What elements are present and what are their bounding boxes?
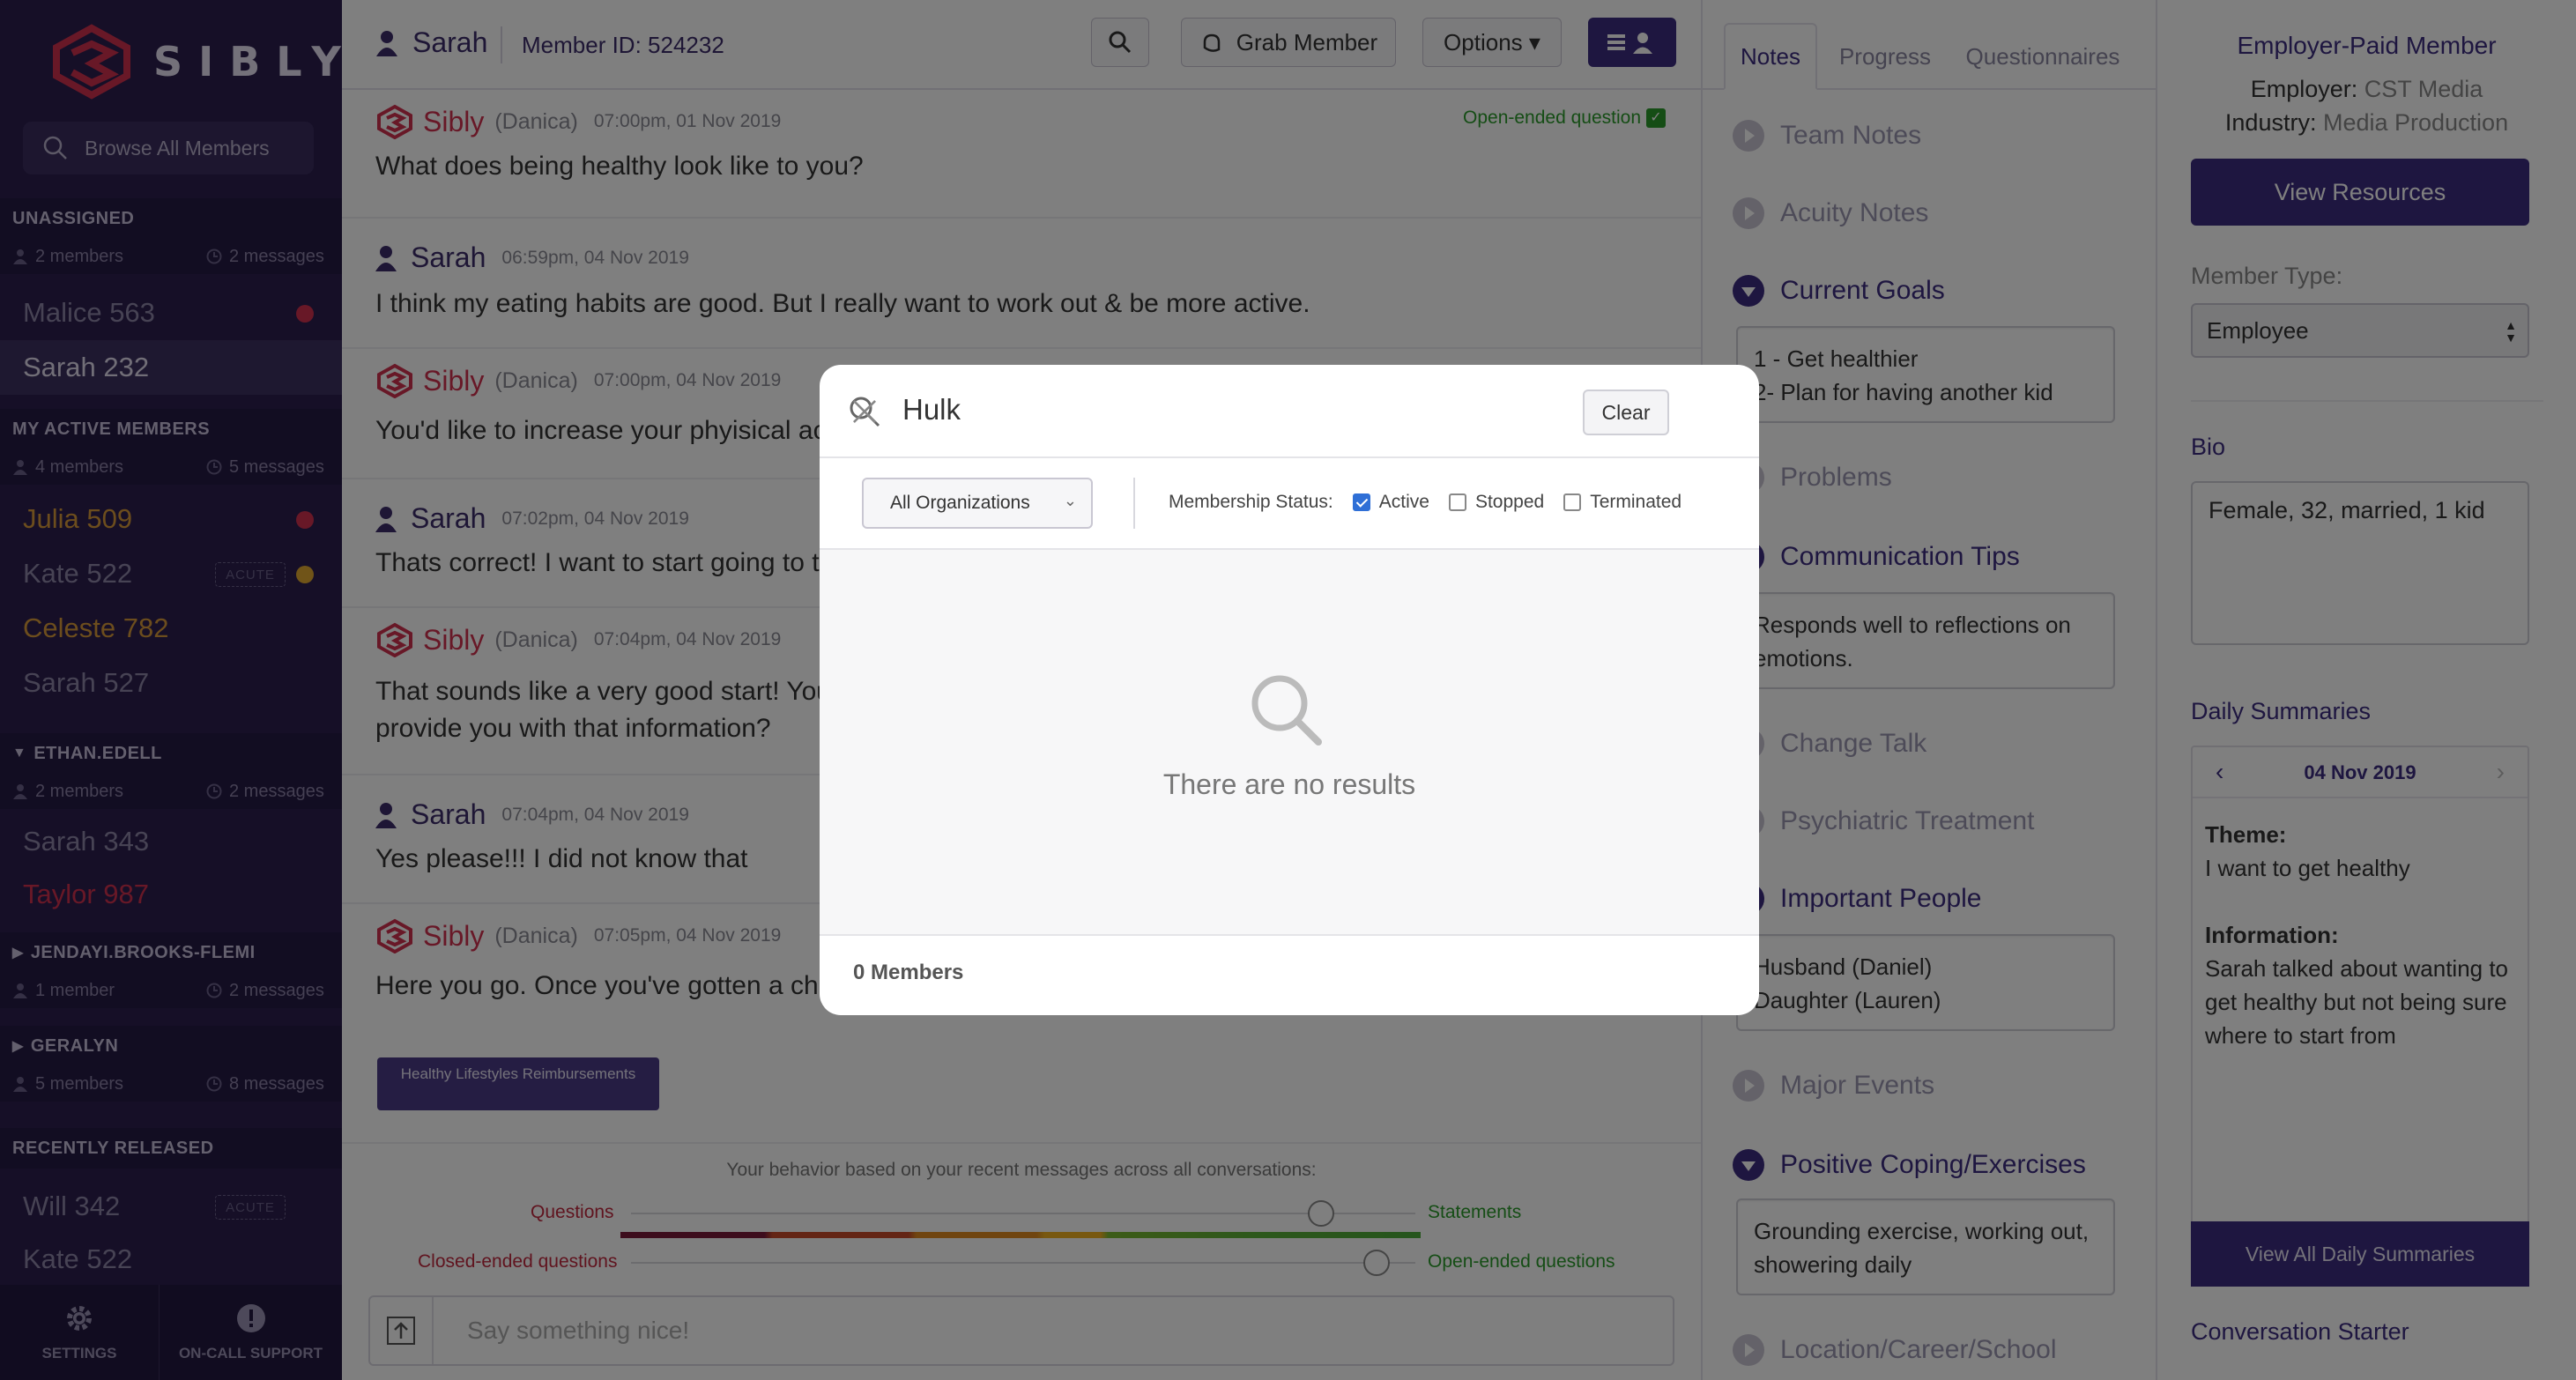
- checkbox-checked-icon: [1352, 493, 1370, 511]
- checkbox-label: Terminated: [1590, 492, 1682, 512]
- member-search-modal: Hulk Clear All Organizations ⌄ Membership…: [820, 365, 1759, 1015]
- organization-value: All Organizations: [890, 493, 1030, 513]
- clear-button[interactable]: Clear: [1583, 390, 1669, 435]
- modal-search-bar: Hulk Clear: [820, 365, 1759, 458]
- member-count: 0 Members: [853, 961, 964, 984]
- status-active-checkbox[interactable]: Active: [1352, 492, 1429, 513]
- checkbox-label: Active: [1378, 492, 1429, 512]
- no-results-message: There are no results: [1162, 768, 1416, 800]
- empty-search-icon: [1251, 675, 1322, 746]
- membership-status-filter: Membership Status: Active Stopped Termin…: [1169, 492, 1681, 513]
- checkbox-label: Stopped: [1474, 492, 1545, 512]
- search-input[interactable]: Hulk: [902, 393, 961, 427]
- status-label: Membership Status:: [1169, 492, 1333, 512]
- app: SIBLY Browse All Members UNASSIGNED 2 me…: [0, 0, 2576, 1380]
- chevron-down-icon: ⌄: [1063, 492, 1077, 509]
- status-stopped-checkbox[interactable]: Stopped: [1448, 492, 1545, 513]
- divider: [1133, 478, 1135, 529]
- checkbox-icon: [1563, 493, 1582, 511]
- close-icon[interactable]: [848, 395, 881, 428]
- status-terminated-checkbox[interactable]: Terminated: [1563, 492, 1681, 513]
- modal-filters: All Organizations ⌄ Membership Status: Ac…: [820, 458, 1759, 550]
- search-results: There are no results: [820, 550, 1759, 936]
- checkbox-icon: [1448, 493, 1466, 511]
- organization-dropdown[interactable]: All Organizations ⌄: [862, 478, 1093, 529]
